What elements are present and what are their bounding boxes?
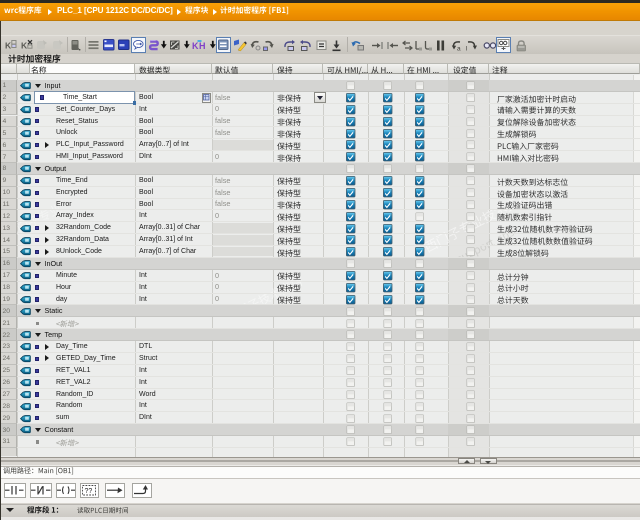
svg-text:K: K [192,41,199,51]
svg-text:??: ?? [85,488,93,495]
svg-text:K: K [21,40,28,50]
svg-text:H: H [199,41,206,51]
svg-text:l: l [466,45,468,52]
svg-text:K: K [5,40,12,50]
svg-text:a: a [457,45,461,52]
